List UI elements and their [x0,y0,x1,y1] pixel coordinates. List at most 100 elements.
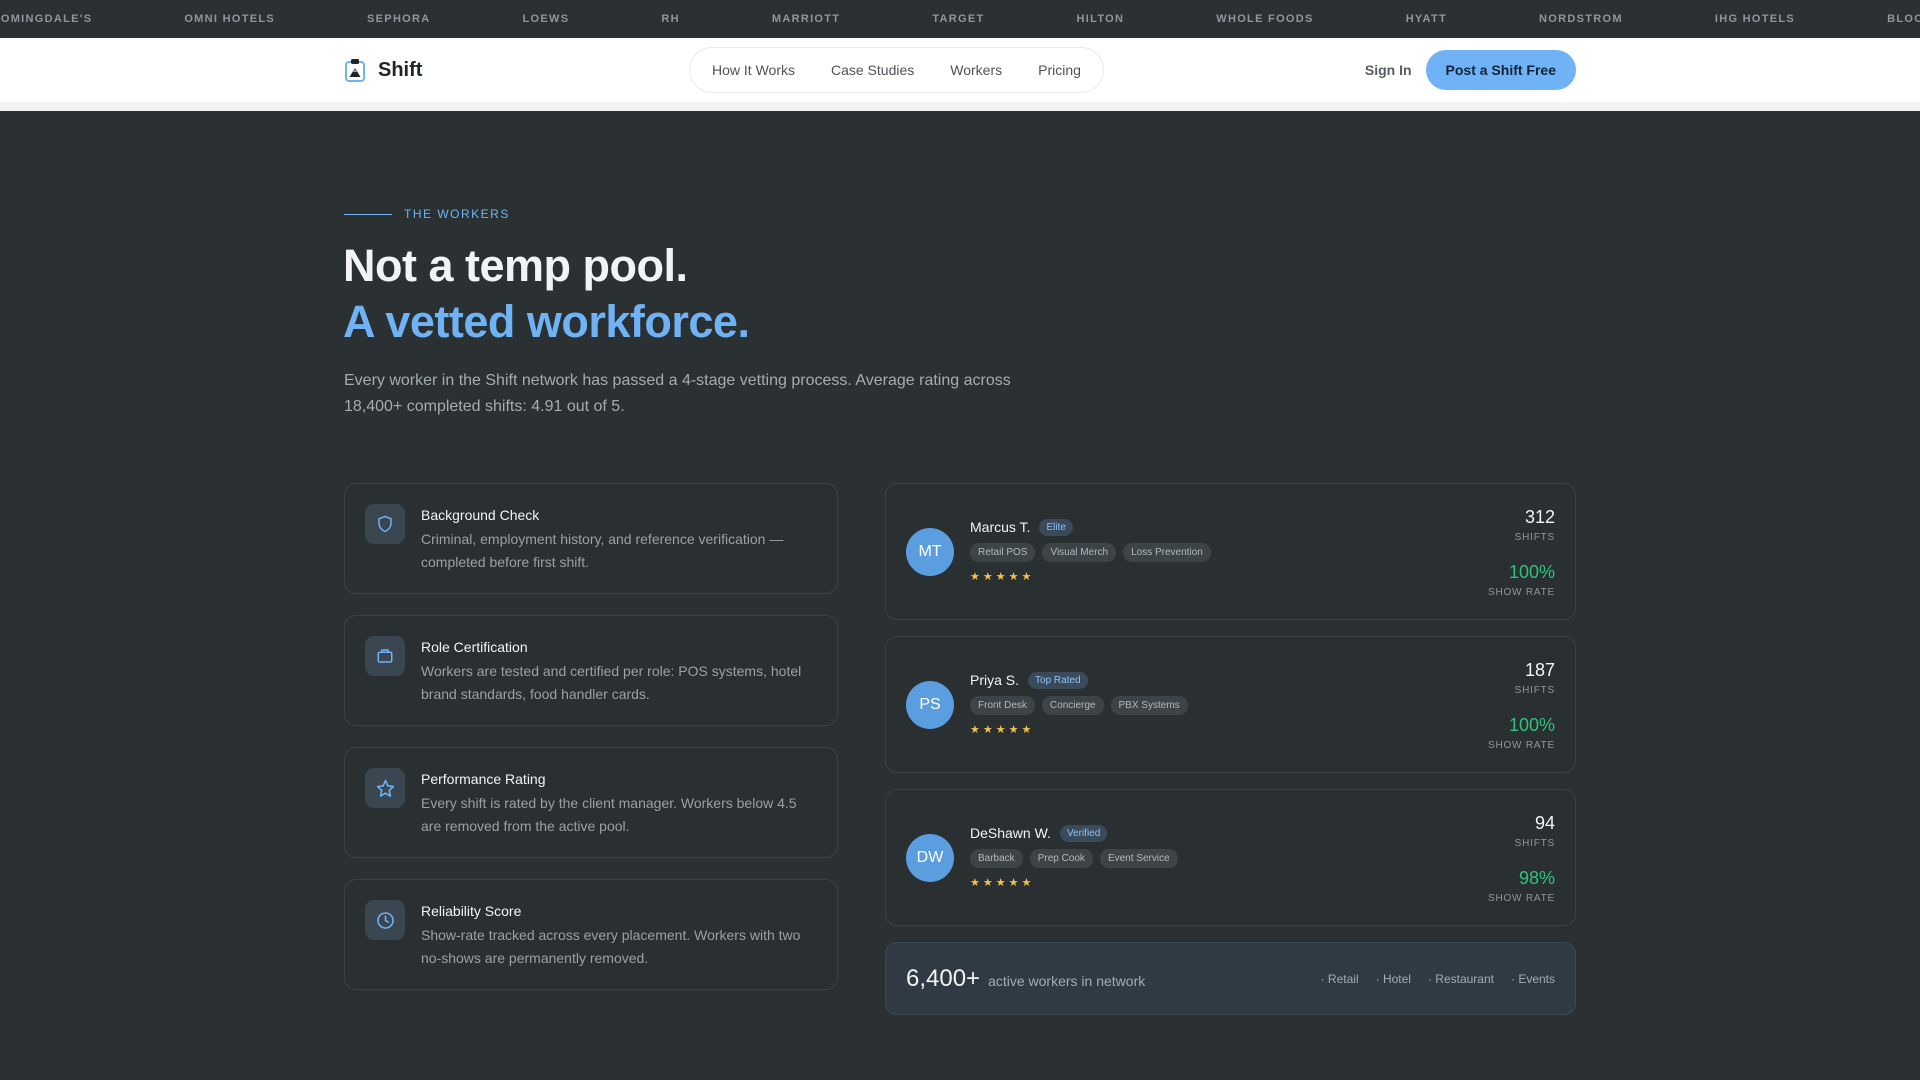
show-rate-label: SHOW RATE [1487,587,1555,598]
hero-title-line1: Not a temp pool. [343,240,688,291]
industry-tag-restaurant: · Restaurant [1427,971,1494,986]
ticker-brand: WHOLE FOODS [1216,13,1314,25]
worker-stats: 312 SHIFTS 100% SHOW RATE [1488,507,1555,598]
industry-tag-hotel: · Hotel [1375,971,1411,986]
nav-actions: Sign In Post a Shift Free [1365,50,1576,90]
worker-name: Marcus T. [970,519,1031,535]
brand-name: Shift [378,58,423,81]
ticker-brand: OOMINGDALE'S [0,13,93,25]
star-icon: ★ [1021,876,1032,889]
section-eyebrow: THE WORKERS [344,207,510,221]
ticker-brand: MARRIOTT [771,13,841,25]
shift-count: 187 [1524,660,1555,680]
star-icon: ★ [995,570,1006,583]
worker-badge: Verified [1059,824,1108,842]
skill-tag: Loss Prevention [1123,542,1211,562]
skill-tag: Barback [970,848,1023,868]
shift-count: 94 [1534,813,1555,833]
avatar: PS [906,680,954,729]
star-icon: ★ [1021,570,1032,583]
step-description: Every shift is rated by the client manag… [421,795,797,834]
ticker-brand: LOEWS [522,13,570,25]
show-rate: 100% [1508,562,1555,582]
ticker-brand: RH [661,13,680,25]
star-icon: ★ [1008,723,1019,736]
step-title: Role Certification [421,639,528,655]
rating-stars: ★ ★ ★ ★ ★ [970,723,1188,736]
worker-name: Priya S. [970,672,1020,688]
network-count: 6,400+ [906,964,981,992]
ticker-brand: OMNI HOTELS [184,13,276,25]
ticker-brand: BLOOMINGDALE'S [1887,13,1920,25]
eyebrow-divider [344,213,392,215]
nav-link-case-studies[interactable]: Case Studies [831,62,914,78]
skill-tags: Front Desk Concierge PBX Systems [970,695,1188,715]
star-icon: ★ [995,876,1006,889]
star-icon: ★ [1021,723,1032,736]
worker-stats: 94 SHIFTS 98% SHOW RATE [1488,813,1555,904]
nav-link-how-it-works[interactable]: How It Works [712,62,795,78]
star-icon: ★ [982,570,993,583]
worker-badge: Elite [1039,518,1073,536]
ticker-brand: HILTON [1076,13,1125,25]
network-industries: · Retail · Hotel · Restaurant · Events [1321,972,1555,986]
star-icon [365,768,405,808]
skill-tag: Retail POS [970,542,1036,562]
step-card-performance-rating: Performance Rating Every shift is rated … [344,747,838,858]
step-title: Reliability Score [421,903,522,919]
worker-card-priya[interactable]: PS Priya S. Top Rated Front Desk Concier… [885,636,1576,773]
network-label: active workers in network [988,972,1146,989]
ticker-brand: SEPHORA [367,13,431,25]
step-card-reliability-score: Reliability Score Show-rate tracked acro… [344,879,838,990]
star-icon: ★ [982,876,993,889]
worker-card-deshawn[interactable]: DW DeShawn W. Verified Barback Prep Cook… [885,789,1576,926]
shift-count: 312 [1524,507,1555,527]
step-card-background-check: Background Check Criminal, employment hi… [344,483,838,594]
nav-links: How It Works Case Studies Workers Pricin… [689,47,1104,93]
nav-link-pricing[interactable]: Pricing [1038,62,1081,78]
network-summary: 6,400+ active workers in network · Retai… [885,942,1576,1015]
step-description: Criminal, employment history, and refere… [421,531,784,570]
shield-icon [365,504,405,544]
worker-name: DeShawn W. [970,825,1051,841]
ticker-brand: HYATT [1405,13,1448,25]
sign-in-button[interactable]: Sign In [1365,62,1412,78]
industry-tag-events: · Events [1510,971,1555,986]
star-icon: ★ [1008,876,1019,889]
brand-logo[interactable]: Shift [344,58,422,82]
worker-card-marcus[interactable]: MT Marcus T. Elite Retail POS Visual Mer… [885,483,1576,620]
ticker-track: OOMINGDALE'S OMNI HOTELS SEPHORA LOEWS R… [0,0,1920,38]
shifts-label: SHIFTS [1514,838,1555,849]
navbar-inner: Shift How It Works Case Studies Workers … [344,38,1576,102]
show-rate-label: SHOW RATE [1487,740,1555,751]
navbar: Shift How It Works Case Studies Workers … [0,38,1920,111]
post-shift-button[interactable]: Post a Shift Free [1425,50,1576,90]
eyebrow-label: THE WORKERS [404,207,510,221]
shifts-label: SHIFTS [1514,532,1555,543]
vetting-steps: Background Check Criminal, employment hi… [344,483,838,1011]
skill-tag: Concierge [1041,695,1104,715]
step-description: Workers are tested and certified per rol… [421,663,802,702]
ticker-brand: IHG HOTELS [1714,13,1796,25]
rating-stars: ★ ★ ★ ★ ★ [970,570,1211,583]
show-rate-label: SHOW RATE [1487,893,1555,904]
worker-stats: 187 SHIFTS 100% SHOW RATE [1488,660,1555,751]
shifts-label: SHIFTS [1514,685,1555,696]
worker-cards: MT Marcus T. Elite Retail POS Visual Mer… [885,483,1576,1015]
worker-info: Marcus T. Elite Retail POS Visual Merch … [970,518,1211,583]
briefcase-icon [365,636,405,676]
step-title: Background Check [421,507,540,523]
step-title: Performance Rating [421,771,546,787]
hero-description: Every worker in the Shift network has pa… [344,372,1011,415]
brand-ticker: OOMINGDALE'S OMNI HOTELS SEPHORA LOEWS R… [0,0,1920,38]
skill-tag: Prep Cook [1029,848,1093,868]
skill-tag: Visual Merch [1042,542,1117,562]
star-icon: ★ [970,723,980,736]
nav-link-workers[interactable]: Workers [950,62,1002,78]
skill-tags: Barback Prep Cook Event Service [970,848,1178,868]
skill-tags: Retail POS Visual Merch Loss Prevention [970,542,1211,562]
skill-tag: Front Desk [970,695,1035,715]
skill-tag: Event Service [1099,848,1178,868]
worker-info: Priya S. Top Rated Front Desk Concierge … [970,671,1188,736]
avatar: MT [906,527,954,576]
